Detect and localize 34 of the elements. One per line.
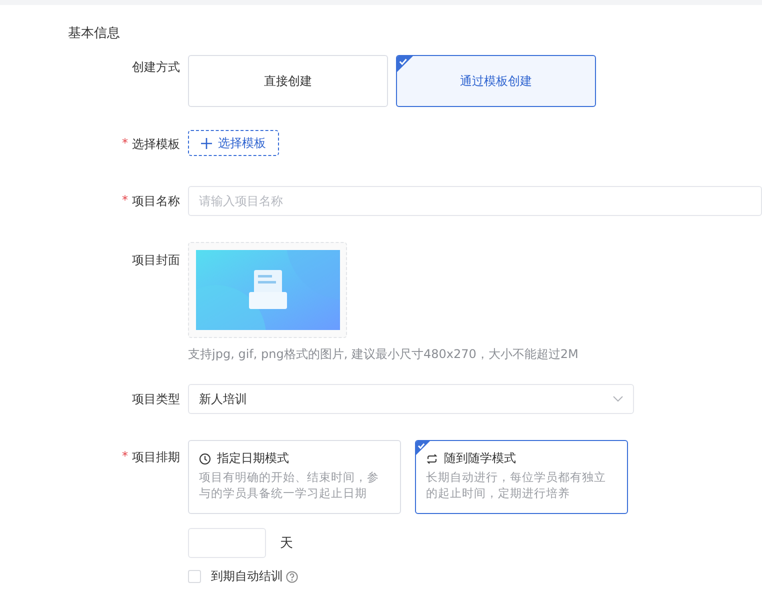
field-label: 项目封面 [132,252,180,269]
option-description: 长期自动进行，每位学员都有独立的起止时间，定期进行培养 [426,469,607,501]
field-label: 项目类型 [132,391,180,408]
required-mark: * [122,449,128,465]
required-mark: * [122,193,128,209]
type-select[interactable]: 新人培训 [188,384,634,414]
check-corner-icon [397,56,413,72]
schedule-option[interactable]: 指定日期模式 项目有明确的开始、结束时间，参与的学员具备统一学习起止日期 [188,440,401,514]
option-description: 项目有明确的开始、结束时间，参与的学员具备统一学习起止日期 [199,469,380,501]
unit-label: 天 [280,535,293,552]
mode-option[interactable]: 直接创建 [188,55,388,107]
field-label: 创建方式 [132,59,180,76]
checkbox-label: 到期自动结训 [211,568,283,585]
field-label: 项目排期 [132,449,180,466]
clock-icon [199,452,211,464]
schedule-option[interactable]: 随到随学模式 长期自动进行，每位学员都有独立的起止时间，定期进行培养 [415,440,628,514]
check-corner-icon [416,441,430,455]
option-title: 指定日期模式 [217,450,289,467]
days-field[interactable] [188,528,266,558]
field-label: 项目名称 [132,193,180,210]
cover-upload[interactable] [188,242,347,338]
name-field[interactable]: 请输入项目名称 [188,186,762,216]
option-title: 随到随学模式 [444,450,516,467]
chevron-down-icon [613,396,623,402]
plus-icon [201,138,212,148]
mode-option[interactable]: 通过模板创建 [396,55,596,107]
checkbox[interactable] [188,570,201,583]
cover-hint: 支持jpg, gif, png格式的图片, 建议最小尺寸480x270，大小不能超过2M [188,346,580,363]
required-mark: * [122,136,128,152]
select-template-button[interactable]: 选择模板 [188,130,279,156]
cycle-icon [426,452,438,464]
help-icon[interactable] [286,570,298,582]
section-title: 基本信息 [68,25,121,42]
field-label: 选择模板 [132,136,180,153]
